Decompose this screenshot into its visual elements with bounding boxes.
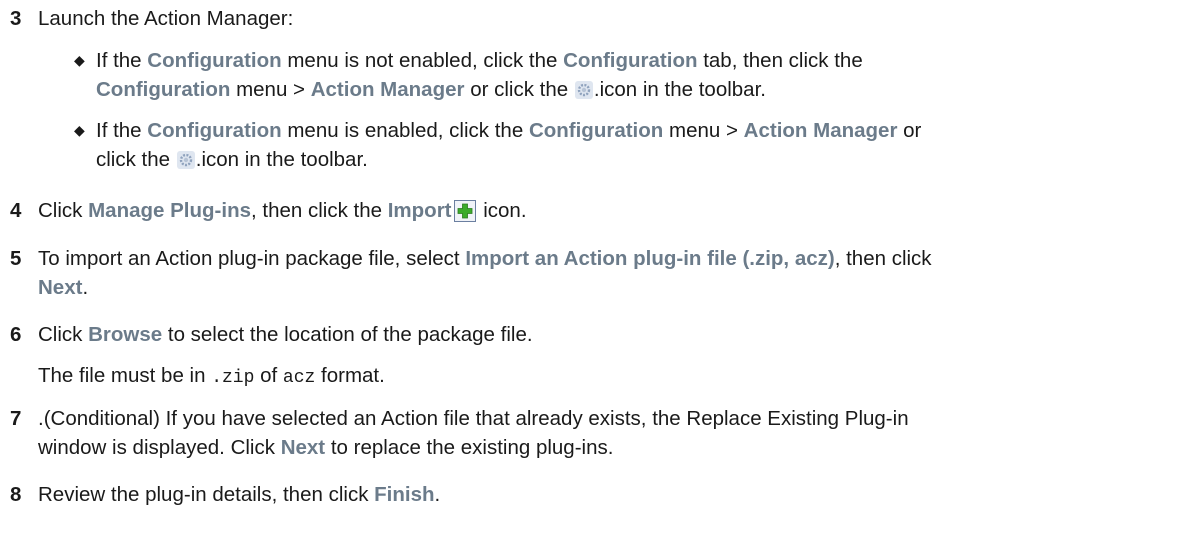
- text: menu >: [230, 78, 311, 101]
- text: menu is not enabled, click the: [281, 49, 564, 72]
- step-number: 3: [10, 7, 22, 30]
- text: .icon in the toolbar.: [593, 78, 766, 101]
- text: .icon in the toolbar.: [195, 148, 368, 171]
- step-number: 6: [10, 323, 22, 346]
- step-3-bullet-1: ◆ If the Configuration menu is not enabl…: [74, 46, 1158, 104]
- text: .: [82, 276, 89, 299]
- step-8: 8 Review the plug-in details, then click…: [10, 480, 1158, 509]
- ui-term-import-option: Import an Action plug-in file (.zip, acz…: [465, 247, 835, 270]
- ui-term-action-manager: Action Manager: [743, 119, 898, 142]
- text: , then click: [834, 247, 932, 270]
- ui-term-configuration: Configuration: [147, 49, 282, 72]
- text: Click: [38, 323, 89, 346]
- step-6-note: The file must be in .zip of acz format.: [38, 361, 385, 393]
- ui-term-action-manager: Action Manager: [310, 78, 465, 101]
- ui-term-manage-plugins: Manage Plug-ins: [88, 199, 251, 222]
- text: .: [434, 483, 441, 506]
- ui-term-finish: Finish: [374, 483, 435, 506]
- step-number: 7: [10, 407, 22, 430]
- step-5: 5 To import an Action plug-in package fi…: [10, 244, 1158, 302]
- text: click the: [96, 148, 176, 171]
- step-6: 6 Click Browse to select the location of…: [10, 320, 1158, 349]
- code-zip: .zip: [211, 368, 255, 388]
- ui-term-next: Next: [280, 436, 326, 459]
- code-acz: acz: [282, 368, 316, 388]
- text: menu >: [663, 119, 744, 142]
- text: to replace the existing plug-ins.: [325, 436, 614, 459]
- ui-term-configuration: Configuration: [96, 78, 231, 101]
- text: menu is enabled, click the: [281, 119, 529, 142]
- bullet-diamond-icon: ◆: [74, 52, 85, 68]
- text: icon.: [477, 199, 527, 222]
- import-plus-icon: [453, 200, 476, 222]
- text: Click: [38, 199, 89, 222]
- text: format.: [315, 364, 385, 387]
- step-text: Launch the Action Manager:: [38, 7, 294, 30]
- ui-term-configuration: Configuration: [563, 49, 698, 72]
- step-3-bullet-2: ◆ If the Configuration menu is enabled, …: [74, 116, 1158, 174]
- step-3: 3 Launch the Action Manager:: [10, 4, 1158, 33]
- text: If the: [96, 49, 148, 72]
- gear-icon: [574, 81, 593, 99]
- text: to select the location of the package fi…: [162, 323, 533, 346]
- step-number: 8: [10, 483, 22, 506]
- text: .(Conditional) If you have selected an A…: [38, 407, 909, 430]
- ui-term-configuration: Configuration: [528, 119, 664, 142]
- text: , then click the: [251, 199, 388, 222]
- ui-term-import: Import: [387, 199, 452, 222]
- text: window is displayed. Click: [38, 436, 281, 459]
- ui-term-browse: Browse: [88, 323, 163, 346]
- step-7: 7 .(Conditional) If you have selected an…: [10, 404, 1158, 462]
- ui-term-configuration: Configuration: [147, 119, 282, 142]
- ui-term-next: Next: [38, 276, 83, 299]
- text: The file must be in: [38, 364, 212, 387]
- text: or click the: [464, 78, 574, 101]
- gear-icon: [176, 151, 195, 169]
- text: tab, then click the: [697, 49, 863, 72]
- text: To import an Action plug-in package file…: [38, 247, 466, 270]
- step-4: 4 Click Manage Plug-ins, then click the …: [10, 196, 1158, 225]
- text: of: [254, 364, 283, 387]
- step-number: 4: [10, 199, 22, 222]
- text: Review the plug-in details, then click: [38, 483, 375, 506]
- bullet-diamond-icon: ◆: [74, 122, 85, 138]
- step-number: 5: [10, 247, 22, 270]
- text: If the: [96, 119, 148, 142]
- text: or: [897, 119, 922, 142]
